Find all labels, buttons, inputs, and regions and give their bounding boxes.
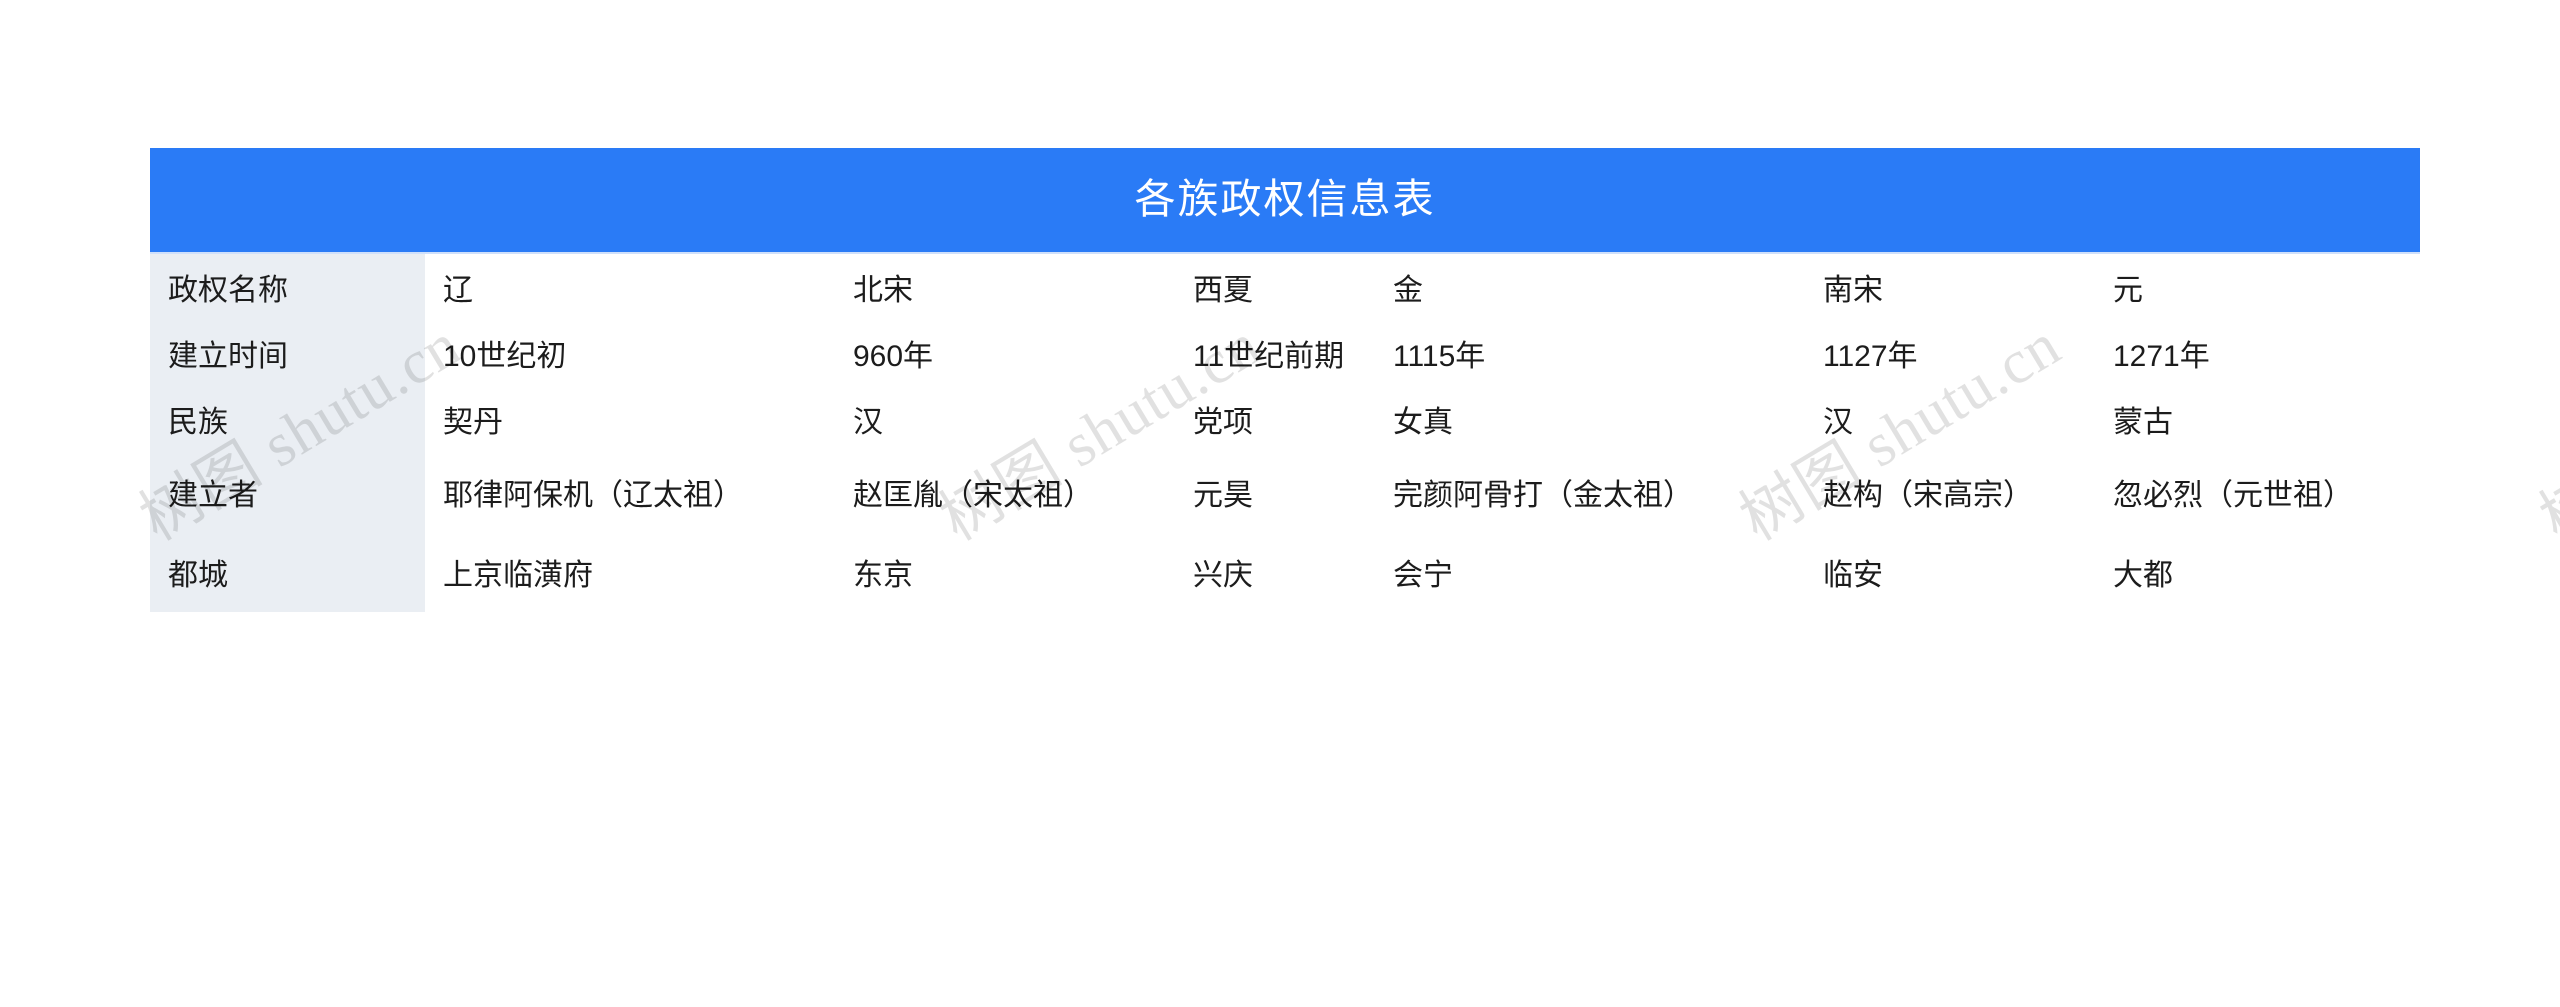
table-row: 都城 上京临潢府 东京 兴庆 会宁 临安 大都: [150, 532, 2420, 612]
table-title: 各族政权信息表: [150, 148, 2420, 254]
cell-regime-name-yuan: 元: [2113, 274, 2143, 307]
cell-ethnicity-northern-song: 汉: [853, 406, 883, 439]
cell-founding-time-southern-song: 1127年: [1823, 340, 1918, 373]
cell-capital-jin: 会宁: [1393, 559, 1453, 592]
table-row: 建立时间 10世纪初 960年 11世纪前期 1115年 1127年 1271年: [150, 320, 2420, 386]
row-header-founding-time: 建立时间: [150, 320, 425, 386]
cell-regime-name-northern-song: 北宋: [853, 274, 913, 307]
cell-founder-northern-song: 赵匡胤（宋太祖）: [853, 479, 1093, 512]
cell-founder-western-xia: 元昊: [1193, 479, 1253, 512]
cell-founder-yuan: 忽必烈（元世祖）: [2113, 479, 2353, 512]
table-row: 民族 契丹 汉 党项 女真 汉 蒙古: [150, 386, 2420, 452]
cell-regime-name-western-xia: 西夏: [1193, 274, 1253, 307]
cell-ethnicity-yuan: 蒙古: [2113, 406, 2173, 439]
table-row: 建立者 耶律阿保机（辽太祖） 赵匡胤（宋太祖） 元昊 完颜阿骨打（金太祖） 赵构…: [150, 452, 2420, 532]
row-header-ethnicity: 民族: [150, 386, 425, 452]
cell-ethnicity-southern-song: 汉: [1823, 406, 1853, 439]
watermark-text: 树图 shutu.cn: [2529, 311, 2560, 554]
cell-regime-name-liao: 辽: [443, 274, 473, 307]
cell-ethnicity-liao: 契丹: [443, 406, 503, 439]
table-row: 政权名称 辽 北宋 西夏 金 南宋 元: [150, 254, 2420, 320]
cell-capital-northern-song: 东京: [853, 559, 913, 592]
cell-founding-time-yuan: 1271年: [2113, 340, 2210, 373]
cell-founder-liao: 耶律阿保机（辽太祖）: [443, 479, 743, 512]
cell-regime-name-jin: 金: [1393, 274, 1423, 307]
cell-founding-time-western-xia: 11世纪前期: [1193, 340, 1345, 373]
cell-capital-western-xia: 兴庆: [1193, 559, 1253, 592]
cell-founder-jin: 完颜阿骨打（金太祖）: [1393, 479, 1693, 512]
cell-capital-yuan: 大都: [2113, 559, 2173, 592]
cell-regime-name-southern-song: 南宋: [1823, 274, 1883, 307]
cell-founding-time-liao: 10世纪初: [443, 340, 567, 373]
row-header-capital: 都城: [150, 532, 425, 612]
cell-ethnicity-jin: 女真: [1393, 406, 1453, 439]
row-header-regime-name: 政权名称: [150, 254, 425, 320]
cell-founder-southern-song: 赵构（宋高宗）: [1823, 479, 2033, 512]
table-body: 政权名称 辽 北宋 西夏 金 南宋 元 建立时间 10世纪初 960年 11世纪…: [150, 254, 2420, 612]
row-header-founder: 建立者: [150, 452, 425, 532]
cell-founding-time-northern-song: 960年: [853, 340, 934, 373]
cell-capital-liao: 上京临潢府: [443, 559, 593, 592]
cell-ethnicity-western-xia: 党项: [1193, 406, 1253, 439]
cell-capital-southern-song: 临安: [1823, 559, 1883, 592]
policy-info-table: 各族政权信息表 政权名称 辽 北宋 西夏 金 南宋 元 建立时间 10世纪初 9…: [150, 148, 2420, 612]
cell-founding-time-jin: 1115年: [1393, 340, 1486, 373]
